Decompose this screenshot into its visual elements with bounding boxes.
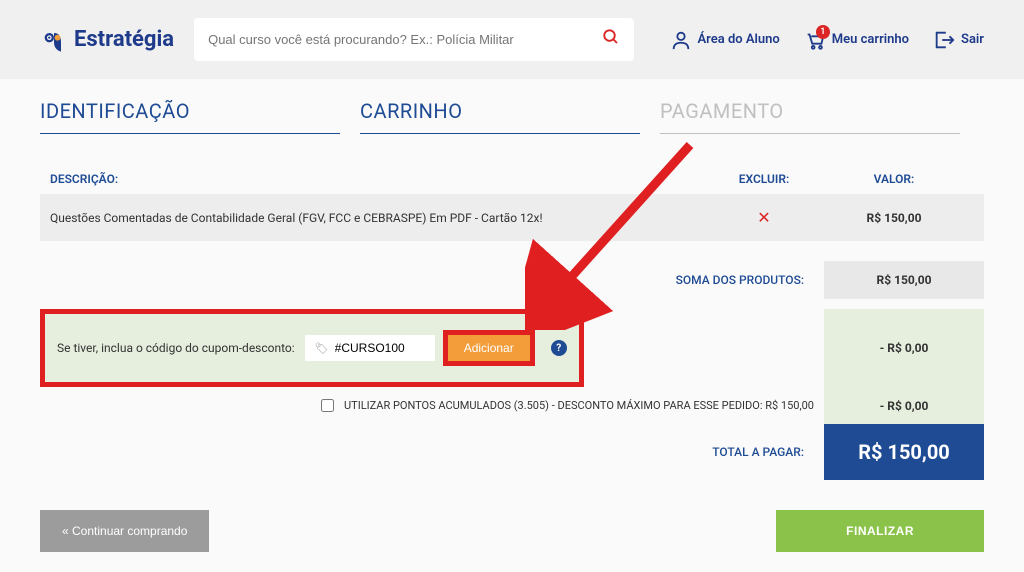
coupon-label: Se tiver, inclua o código do cupom-desco…: [57, 341, 295, 355]
header: Estratégia Área do Aluno: [0, 0, 1024, 79]
cart-label: Meu carrinho: [832, 32, 909, 47]
logout-label: Sair: [961, 32, 984, 47]
user-icon: [670, 29, 692, 51]
item-description: Questões Comentadas de Contabilidade Ger…: [50, 211, 714, 225]
header-description: DESCRIÇÃO:: [50, 172, 714, 186]
continue-shopping-button[interactable]: « Continuar comprando: [40, 510, 209, 552]
coupon-highlight-box: Se tiver, inclua o código do cupom-desco…: [40, 309, 584, 387]
cart-table: DESCRIÇÃO: EXCLUIR: VALOR: Questões Come…: [40, 164, 984, 241]
total-row: TOTAL A PAGAR: R$ 150,00: [40, 424, 984, 480]
table-header: DESCRIÇÃO: EXCLUIR: VALOR:: [40, 164, 984, 194]
search-container: [194, 18, 634, 61]
cart-link[interactable]: 1 Meu carrinho: [804, 29, 909, 51]
points-row: UTILIZAR PONTOS ACUMULADOS (3.505) - DES…: [40, 387, 984, 424]
owl-icon: [40, 26, 68, 54]
header-delete: EXCLUIR:: [714, 172, 814, 186]
student-area-label: Área do Aluno: [698, 32, 780, 47]
checkout-steps: IDENTIFICAÇÃO CARRINHO PAGAMENTO: [40, 99, 984, 134]
delete-button[interactable]: ✕: [757, 208, 770, 227]
tag-icon: 🏷: [315, 342, 329, 355]
coupon-discount: - R$ 0,00: [824, 309, 984, 387]
item-value: R$ 150,00: [814, 211, 974, 225]
points-discount: - R$ 0,00: [824, 387, 984, 424]
brand-text: Estratégia: [74, 27, 174, 52]
search-icon[interactable]: [602, 28, 620, 51]
products-sum-value: R$ 150,00: [824, 261, 984, 299]
logout-link[interactable]: Sair: [933, 29, 984, 51]
content: IDENTIFICAÇÃO CARRINHO PAGAMENTO DESCRIÇ…: [0, 79, 1024, 572]
table-row: Questões Comentadas de Contabilidade Ger…: [40, 194, 984, 241]
logout-icon: [933, 29, 955, 51]
total-value: R$ 150,00: [824, 424, 984, 480]
finalize-button[interactable]: FINALIZAR: [776, 510, 984, 552]
logo[interactable]: Estratégia: [40, 26, 174, 54]
coupon-input-wrap: 🏷: [305, 335, 435, 361]
products-sum-label: SOMA DOS PRODUTOS:: [676, 273, 824, 287]
products-sum-row: SOMA DOS PRODUTOS: R$ 150,00: [40, 251, 984, 309]
points-checkbox[interactable]: [321, 399, 334, 412]
coupon-input[interactable]: [335, 341, 425, 355]
help-icon[interactable]: ?: [551, 340, 567, 356]
cart-icon: 1: [804, 29, 826, 51]
cart-badge: 1: [816, 25, 830, 39]
points-label: UTILIZAR PONTOS ACUMULADOS (3.505) - DES…: [344, 399, 814, 412]
step-payment: PAGAMENTO: [660, 99, 960, 134]
total-label: TOTAL A PAGAR:: [712, 445, 804, 459]
add-coupon-button[interactable]: Adicionar: [443, 330, 535, 366]
search-input[interactable]: [208, 32, 602, 47]
coupon-section: Se tiver, inclua o código do cupom-desco…: [40, 309, 984, 387]
header-actions: Área do Aluno 1 Meu carrinho S: [670, 29, 985, 51]
student-area-link[interactable]: Área do Aluno: [670, 29, 780, 51]
header-value: VALOR:: [814, 172, 974, 186]
footer-buttons: « Continuar comprando FINALIZAR: [40, 510, 984, 552]
step-cart[interactable]: CARRINHO: [360, 99, 640, 134]
step-identification[interactable]: IDENTIFICAÇÃO: [40, 99, 340, 134]
